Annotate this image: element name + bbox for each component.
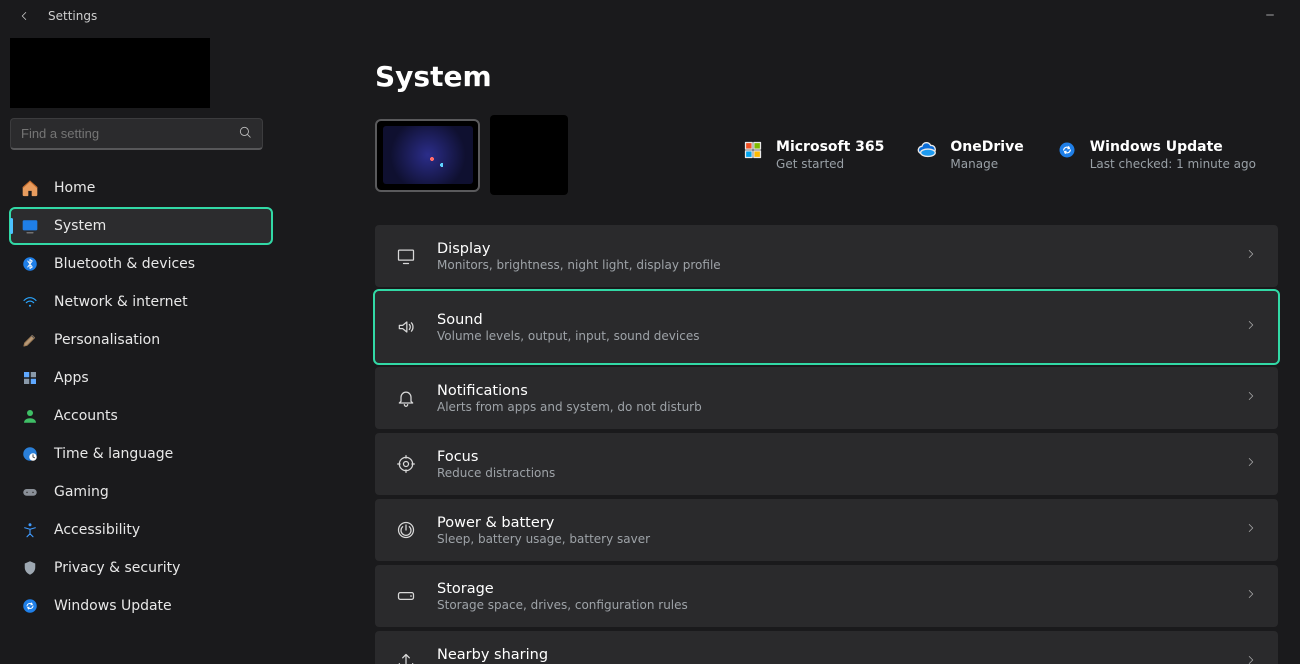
tile-power-battery[interactable]: Power & battery Sleep, battery usage, ba… [375,499,1278,561]
sound-icon [395,317,417,337]
window-title: Settings [48,9,97,23]
share-icon [395,652,417,664]
update-icon [20,596,40,616]
home-icon [20,178,40,198]
status-sub: Last checked: 1 minute ago [1090,157,1256,171]
status-sub: Manage [950,157,1023,171]
storage-icon [395,586,417,606]
windows-update-icon [1056,139,1078,161]
sidebar-item-label: Accounts [54,408,118,424]
chevron-right-icon [1244,247,1258,265]
sidebar-item-label: Gaming [54,484,109,500]
tile-title: Display [437,241,1224,257]
tile-sub: Volume levels, output, input, sound devi… [437,329,1224,343]
sidebar-item-privacy[interactable]: Privacy & security [10,550,272,586]
sidebar-item-label: Bluetooth & devices [54,256,195,272]
gaming-icon [20,482,40,502]
sidebar-item-accounts[interactable]: Accounts [10,398,272,434]
sidebar-item-label: Apps [54,370,89,386]
accessibility-icon [20,520,40,540]
tile-sub: Sleep, battery usage, battery saver [437,532,1224,546]
sidebar-item-label: Network & internet [54,294,188,310]
status-title: OneDrive [950,139,1023,155]
status-title: Microsoft 365 [776,139,884,155]
sidebar-item-label: Privacy & security [54,560,180,576]
system-icon [20,216,40,236]
sidebar-item-bluetooth[interactable]: Bluetooth & devices [10,246,272,282]
bell-icon [395,388,417,408]
page-title: System [375,60,1278,93]
tile-sub: Reduce distractions [437,466,1224,480]
tile-focus[interactable]: Focus Reduce distractions [375,433,1278,495]
chevron-right-icon [1244,389,1258,407]
sidebar-item-label: Personalisation [54,332,160,348]
status-sub: Get started [776,157,884,171]
tile-title: Sound [437,312,1224,328]
chevron-right-icon [1244,455,1258,473]
search-input[interactable] [21,126,238,141]
sidebar-item-network[interactable]: Network & internet [10,284,272,320]
sidebar-item-home[interactable]: Home [10,170,272,206]
device-status-row: Microsoft 365 Get started OneDrive Manag… [375,115,1278,195]
search-icon [238,125,252,143]
sidebar-item-personalisation[interactable]: Personalisation [10,322,272,358]
sidebar-item-windows-update[interactable]: Windows Update [10,588,272,624]
tile-sub: Storage space, drives, configuration rul… [437,598,1224,612]
focus-icon [395,454,417,474]
tile-title: Storage [437,581,1224,597]
title-bar: Settings [0,0,1300,32]
tile-storage[interactable]: Storage Storage space, drives, configura… [375,565,1278,627]
window-minimize-button[interactable] [1250,9,1290,24]
status-onedrive[interactable]: OneDrive Manage [916,139,1023,171]
display-icon [395,246,417,266]
tile-display[interactable]: Display Monitors, brightness, night ligh… [375,225,1278,287]
tile-sub: Monitors, brightness, night light, displ… [437,258,1224,272]
chevron-right-icon [1244,521,1258,539]
power-icon [395,520,417,540]
bluetooth-icon [20,254,40,274]
search-field[interactable] [10,118,263,150]
chevron-right-icon [1244,653,1258,664]
microsoft-365-icon [742,139,764,161]
tile-sound[interactable]: Sound Volume levels, output, input, soun… [375,291,1278,363]
sidebar-item-label: Home [54,180,95,196]
status-title: Windows Update [1090,139,1256,155]
sidebar-item-label: Windows Update [54,598,172,614]
sidebar-item-system[interactable]: System [10,208,272,244]
sidebar-item-label: Time & language [54,446,173,462]
chevron-right-icon [1244,587,1258,605]
settings-tiles: Display Monitors, brightness, night ligh… [375,225,1278,664]
status-microsoft-365[interactable]: Microsoft 365 Get started [742,139,884,171]
chevron-right-icon [1244,318,1258,336]
main-panel: System Microsoft 365 Get sta [295,32,1300,664]
paintbrush-icon [20,330,40,350]
sidebar: Home System Bluetooth & devices Network … [0,32,295,664]
tile-title: Power & battery [437,515,1224,531]
tile-title: Focus [437,449,1224,465]
user-profile-block[interactable] [10,38,210,108]
tile-notifications[interactable]: Notifications Alerts from apps and syste… [375,367,1278,429]
device-thumbnail-primary[interactable] [375,119,480,192]
tile-nearby-sharing[interactable]: Nearby sharing Discoverability, received… [375,631,1278,664]
sidebar-nav: Home System Bluetooth & devices Network … [10,170,272,624]
sidebar-item-accessibility[interactable]: Accessibility [10,512,272,548]
sidebar-item-time-language[interactable]: Time & language [10,436,272,472]
onedrive-icon [916,139,938,161]
globe-clock-icon [20,444,40,464]
tile-title: Notifications [437,383,1224,399]
apps-icon [20,368,40,388]
sidebar-item-label: System [54,218,106,234]
tile-title: Nearby sharing [437,647,1224,663]
device-thumbnail-secondary[interactable] [490,115,568,195]
accounts-icon [20,406,40,426]
sidebar-item-label: Accessibility [54,522,140,538]
tile-sub: Alerts from apps and system, do not dist… [437,400,1224,414]
shield-icon [20,558,40,578]
wifi-icon [20,292,40,312]
status-windows-update[interactable]: Windows Update Last checked: 1 minute ag… [1056,139,1256,171]
sidebar-item-gaming[interactable]: Gaming [10,474,272,510]
back-button[interactable] [10,2,38,30]
sidebar-item-apps[interactable]: Apps [10,360,272,396]
